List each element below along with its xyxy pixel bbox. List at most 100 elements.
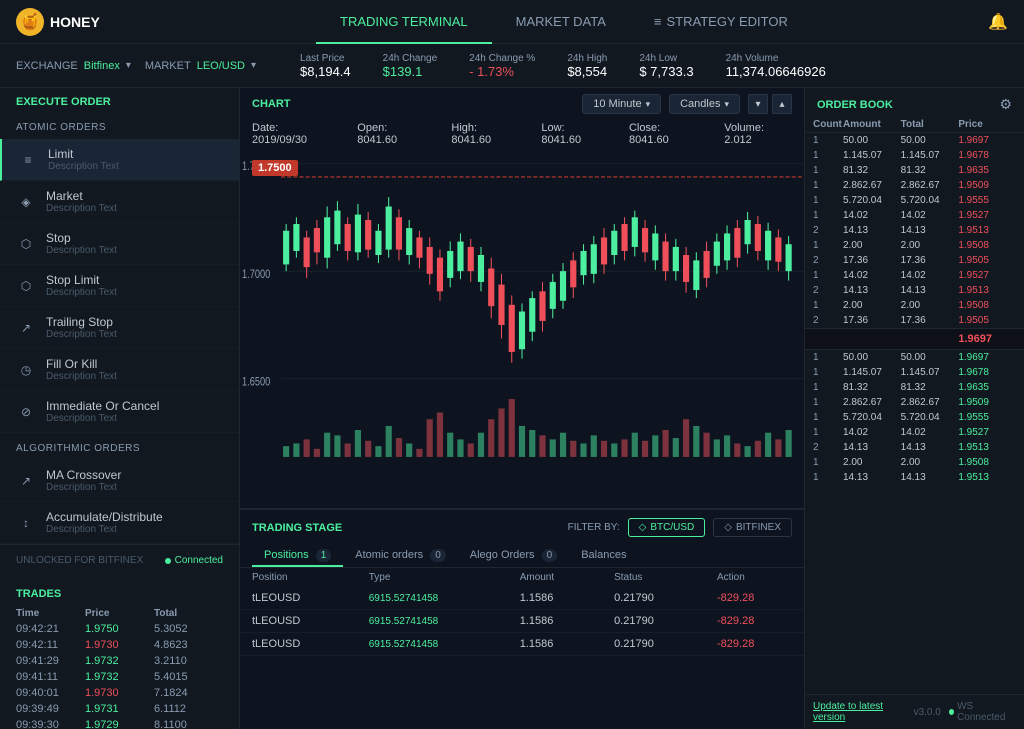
sidebar-item-accumulate[interactable]: ↕ Accumulate/Distribute Description Text xyxy=(0,502,239,544)
stat-last-price-label: Last Price xyxy=(300,53,351,64)
close-label: Close: 8041.60 xyxy=(629,122,700,146)
stat-high-label: 24h High xyxy=(567,53,607,64)
main-layout: EXECUTE ORDER ATOMIC ORDERS ≡ Limit Desc… xyxy=(0,88,1024,729)
high-value: 8041.60 xyxy=(451,134,491,146)
list-item: 1 81.32 81.32 1.9635 xyxy=(805,163,1024,178)
list-item: 2 14.13 14.13 1.9513 xyxy=(805,223,1024,238)
sidebar-item-fill-or-kill[interactable]: ◷ Fill Or Kill Description Text xyxy=(0,349,239,391)
list-item: 1 1.145.07 1.145.07 1.9678 xyxy=(805,365,1024,380)
stop-label: Stop xyxy=(46,231,117,245)
chart-collapse-down-btn[interactable]: ▾ xyxy=(748,94,768,114)
stage-header: TRADING STAGE FILTER BY: ◇ BTC/USD ◇ BIT… xyxy=(240,510,804,545)
ob-divider: 1.9697 xyxy=(805,328,1024,350)
fill-kill-desc: Description Text xyxy=(46,371,117,382)
trades-section: TRADES Time Price Total 09:42:21 1.9750 … xyxy=(0,576,239,729)
ob-mid-price: 1.9697 xyxy=(958,333,1016,345)
chart-price-marker: 1.7500 xyxy=(252,160,298,176)
ob-settings-icon[interactable]: ⚙ xyxy=(999,96,1012,113)
accumulate-label: Accumulate/Distribute xyxy=(46,510,163,524)
order-book: ORDER BOOK ⚙ Count Amount Total Price 1 … xyxy=(804,88,1024,729)
open-label: Open: 8041.60 xyxy=(357,122,427,146)
list-item: 1 5.720.04 5.720.04 1.9555 xyxy=(805,410,1024,425)
list-item: 2 14.13 14.13 1.9513 xyxy=(805,440,1024,455)
tab-trading-label: TRADING TERMINAL xyxy=(340,14,468,29)
tab-market-data[interactable]: MARKET DATA xyxy=(492,0,630,44)
atomic-orders-title: ATOMIC ORDERS xyxy=(0,112,239,139)
ma-crossover-desc: Description Text xyxy=(46,482,121,493)
chart-type-selector[interactable]: Candles ▾ xyxy=(669,94,740,114)
immediate-cancel-desc: Description Text xyxy=(46,413,159,424)
sidebar-item-stop-limit[interactable]: ⬡ Stop Limit Description Text xyxy=(0,265,239,307)
list-item: 1 5.720.04 5.720.04 1.9555 xyxy=(805,193,1024,208)
filter-by-label: FILTER BY: xyxy=(568,522,620,533)
connected-dot-icon xyxy=(165,558,171,564)
chart-collapse-up-btn[interactable]: ▴ xyxy=(772,94,792,114)
filter-area: FILTER BY: ◇ BTC/USD ◇ BITFINEX xyxy=(568,518,792,537)
trailing-stop-label: Trailing Stop xyxy=(46,315,117,329)
stage-table: Position Type Amount Status Action tLEOU… xyxy=(240,568,804,656)
stage-table-body: tLEOUSD 6915.52741458 1.1586 0.21790 -82… xyxy=(240,587,804,656)
stat-change-label: 24h Change xyxy=(383,53,438,64)
logo-icon: 🍯 xyxy=(16,8,44,36)
list-item: 2 14.13 14.13 1.9513 xyxy=(805,283,1024,298)
list-item: 2 17.36 17.36 1.9505 xyxy=(805,313,1024,328)
stage-tabs: Positions 1 Atomic orders 0 Alego Orders… xyxy=(240,545,804,568)
sidebar-item-ma-crossover[interactable]: ↗ MA Crossover Description Text xyxy=(0,460,239,502)
tab-trading-terminal[interactable]: TRADING TERMINAL xyxy=(316,0,492,44)
nav-tabs: TRADING TERMINAL MARKET DATA ≡ STRATEGY … xyxy=(140,0,988,44)
version-bar: Update to latest version v3.0.0 WS Conne… xyxy=(805,694,1024,729)
list-item: 1 2.00 2.00 1.9508 xyxy=(805,455,1024,470)
atomic-orders-count: 0 xyxy=(430,549,446,562)
sidebar: EXECUTE ORDER ATOMIC ORDERS ≡ Limit Desc… xyxy=(0,88,240,729)
exchange-value[interactable]: Bitfinex xyxy=(84,60,120,72)
ws-connected-badge: WS Connected xyxy=(949,701,1016,723)
ob-col-amount: Amount xyxy=(843,119,901,130)
connected-label: Connected xyxy=(175,555,223,566)
tab-market-label: MARKET DATA xyxy=(516,14,606,29)
col-action: Action xyxy=(705,568,804,587)
tab-atomic-orders[interactable]: Atomic orders 0 xyxy=(343,545,457,567)
ma-crossover-icon: ↗ xyxy=(16,471,36,491)
sidebar-item-trailing-stop[interactable]: ↗ Trailing Stop Description Text xyxy=(0,307,239,349)
sidebar-item-market[interactable]: ◈ Market Description Text xyxy=(0,181,239,223)
logo-text: HONEY xyxy=(50,14,100,30)
col-status: Status xyxy=(602,568,705,587)
connected-badge: Connected xyxy=(165,555,223,566)
market-value[interactable]: LEO/USD xyxy=(197,60,245,72)
chart-container: CHART 10 Minute ▾ Candles ▾ ▾ ▴ xyxy=(240,88,804,509)
exchange-arrow-icon[interactable]: ▾ xyxy=(126,60,131,71)
strategy-icon: ≡ xyxy=(654,14,662,29)
notification-bell-icon[interactable]: 🔔 xyxy=(988,12,1008,32)
top-nav: 🍯 HONEY TRADING TERMINAL MARKET DATA ≡ S… xyxy=(0,0,1024,44)
filter-bitfinex-button[interactable]: ◇ BITFINEX xyxy=(713,518,792,537)
stat-24h-volume: 24h Volume 11,374.06646926 xyxy=(726,53,826,79)
balances-label: Balances xyxy=(581,549,626,561)
market-arrow-icon[interactable]: ▾ xyxy=(251,60,256,71)
market-stats: Last Price $8,194.4 24h Change $139.1 24… xyxy=(300,53,826,79)
chart-collapse-btns: ▾ ▴ xyxy=(748,94,792,114)
immediate-cancel-icon: ⊘ xyxy=(16,402,36,422)
ob-col-count: Count xyxy=(813,119,843,130)
market-label: Market xyxy=(46,189,117,203)
chart-body: 1.7500 1.7500 1.7000 1.6500 xyxy=(240,150,804,500)
sidebar-item-immediate-cancel[interactable]: ⊘ Immediate Or Cancel Description Text xyxy=(0,391,239,433)
update-link[interactable]: Update to latest version xyxy=(813,701,906,723)
fill-kill-label: Fill Or Kill xyxy=(46,357,117,371)
tab-strategy-editor[interactable]: ≡ STRATEGY EDITOR xyxy=(630,0,812,44)
sidebar-item-stop[interactable]: ⬡ Stop Description Text xyxy=(0,223,239,265)
volume-label: Volume: 2.012 xyxy=(724,122,792,146)
timeframe-selector[interactable]: 10 Minute ▾ xyxy=(582,94,661,114)
trailing-stop-icon: ↗ xyxy=(16,318,36,338)
trades-title: TRADES xyxy=(0,584,239,606)
tab-balances[interactable]: Balances xyxy=(569,545,638,567)
filter-btc-usd-button[interactable]: ◇ BTC/USD xyxy=(628,518,706,537)
tab-alego-orders[interactable]: Alego Orders 0 xyxy=(458,545,569,567)
tab-positions[interactable]: Positions 1 xyxy=(252,545,343,567)
col-type: Type xyxy=(357,568,508,587)
stat-volume-value: 11,374.06646926 xyxy=(726,64,826,79)
chart-header: CHART 10 Minute ▾ Candles ▾ ▾ ▴ xyxy=(240,88,804,120)
fill-or-kill-icon: ◷ xyxy=(16,360,36,380)
col-amount: Amount xyxy=(508,568,602,587)
chart-ohlc: Date: 2019/09/30 Open: 8041.60 High: 804… xyxy=(240,120,804,150)
sidebar-item-limit[interactable]: ≡ Limit Description Text xyxy=(0,139,239,181)
